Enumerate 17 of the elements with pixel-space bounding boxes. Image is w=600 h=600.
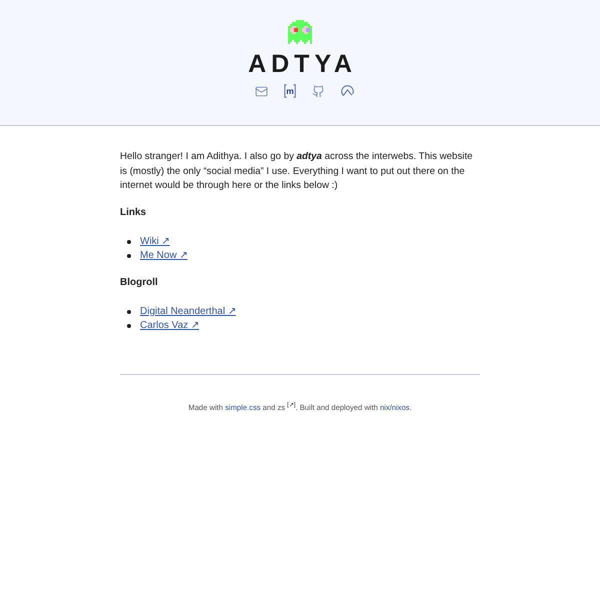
- ghost-logo-icon: [288, 20, 312, 44]
- list-link[interactable]: Me Now ↗: [140, 249, 188, 263]
- section-heading: Blogroll: [120, 276, 159, 290]
- list-link[interactable]: Digital Neanderthal ↗: [140, 304, 236, 318]
- github-icon[interactable]: [312, 84, 325, 98]
- external-link[interactable]: [↗]: [287, 402, 296, 408]
- mail-icon[interactable]: [255, 84, 268, 98]
- list-link[interactable]: Carlos Vaz ↗: [140, 318, 199, 332]
- bullet-icon: [127, 324, 131, 328]
- bullet-icon: [127, 254, 131, 258]
- list-link[interactable]: Wiki ↗: [140, 235, 170, 249]
- intro-paragraph: Hello stranger! I am Adithya. I also go by adtya across the interwebs. This website is (mostly) the only “social media” I use. Everything I want to put out there on the internet would be through here or the links below :): [120, 150, 474, 193]
- bullet-icon: [127, 240, 131, 244]
- chevron-circle-icon[interactable]: [341, 84, 354, 98]
- bullet-icon: [127, 310, 131, 314]
- site-title: ADTYA: [247, 49, 357, 80]
- section-heading: Links: [120, 206, 148, 220]
